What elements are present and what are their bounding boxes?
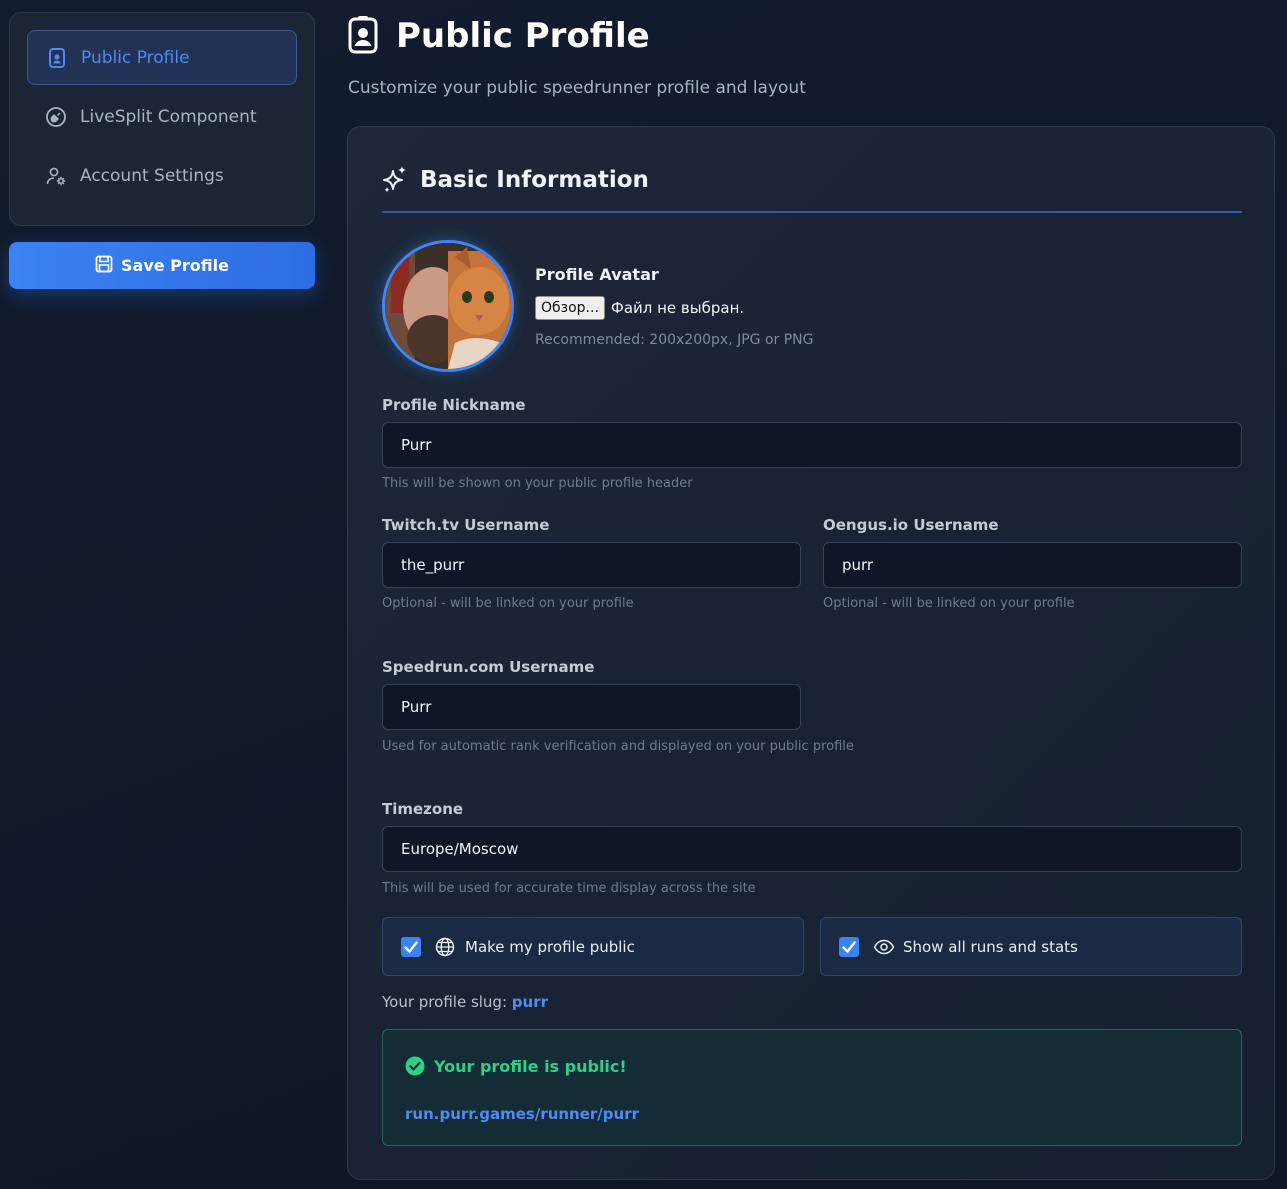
- checkmark-icon: [404, 940, 418, 953]
- avatar-image: [385, 243, 511, 369]
- show-runs-checkbox[interactable]: [839, 936, 859, 957]
- make-public-label: Make my profile public: [465, 937, 635, 956]
- oengus-input[interactable]: [823, 542, 1242, 588]
- oengus-hint: Optional - will be linked on your profil…: [823, 596, 1075, 611]
- show-runs-label: Show all runs and stats: [903, 937, 1078, 956]
- user-gear-icon: [45, 165, 67, 187]
- eye-icon: [873, 936, 895, 958]
- make-public-option[interactable]: Make my profile public: [382, 917, 804, 976]
- public-status-text: Your profile is public!: [434, 1056, 627, 1076]
- speedrun-label: Speedrun.com Username: [382, 658, 595, 676]
- oengus-label: Oengus.io Username: [823, 516, 999, 534]
- sidebar-item-livesplit-component[interactable]: LiveSplit Component: [27, 89, 297, 144]
- floppy-disk-icon: [95, 255, 113, 277]
- page-title-text: Public Profile: [396, 16, 650, 56]
- slug-prefix: Your profile slug:: [382, 993, 508, 1011]
- slug-value: purr: [511, 993, 549, 1011]
- show-runs-option[interactable]: Show all runs and stats: [820, 917, 1242, 976]
- timezone-input[interactable]: [382, 826, 1242, 872]
- sidebar-item-label: LiveSplit Component: [80, 106, 257, 127]
- profile-slug: Your profile slug: purr: [382, 993, 548, 1011]
- save-profile-button[interactable]: Save Profile: [9, 242, 315, 289]
- make-public-checkbox[interactable]: [401, 936, 421, 957]
- public-profile-link[interactable]: run.purr.games/runner/purr: [405, 1105, 639, 1123]
- page-header: Public Profile Customize your public spe…: [348, 16, 806, 98]
- section-title: Basic Information: [420, 167, 649, 193]
- public-status-title: Your profile is public!: [405, 1056, 627, 1076]
- timezone-hint: This will be used for accurate time disp…: [382, 881, 756, 896]
- twitch-input[interactable]: [382, 542, 801, 588]
- id-badge-icon: [46, 47, 68, 69]
- avatar-file-input[interactable]: Обзор... Файл не выбран.: [535, 296, 744, 320]
- avatar-label: Profile Avatar: [535, 265, 659, 284]
- basic-information-card: Basic Information Profile Avatar Обзор..…: [347, 126, 1275, 1180]
- speedrun-hint: Used for automatic rank verification and…: [382, 739, 854, 754]
- nickname-label: Profile Nickname: [382, 396, 526, 414]
- globe-icon: [435, 936, 457, 958]
- page-subtitle: Customize your public speedrunner profil…: [348, 78, 806, 98]
- nickname-input[interactable]: [382, 422, 1242, 468]
- plug-circle-icon: [45, 106, 67, 128]
- section-header: Basic Information: [382, 163, 1242, 213]
- sidebar-item-label: Account Settings: [80, 165, 224, 186]
- check-circle-icon: [405, 1056, 425, 1076]
- sparkles-icon: [382, 165, 408, 195]
- avatar-hint: Recommended: 200x200px, JPG or PNG: [535, 332, 814, 348]
- sidebar-item-label: Public Profile: [81, 47, 190, 68]
- nickname-hint: This will be shown on your public profil…: [382, 476, 693, 491]
- twitch-label: Twitch.tv Username: [382, 516, 550, 534]
- public-status-box: Your profile is public! run.purr.games/r…: [382, 1029, 1242, 1146]
- save-profile-label: Save Profile: [121, 256, 229, 275]
- timezone-label: Timezone: [382, 800, 464, 818]
- avatar: [382, 240, 514, 372]
- sidebar: Public Profile LiveSplit Component Accou…: [9, 12, 315, 226]
- sidebar-item-account-settings[interactable]: Account Settings: [27, 148, 297, 203]
- speedrun-input[interactable]: [382, 684, 801, 730]
- browse-file-button[interactable]: Обзор...: [535, 296, 605, 320]
- id-badge-icon: [348, 16, 382, 56]
- twitch-hint: Optional - will be linked on your profil…: [382, 596, 634, 611]
- page-title: Public Profile: [348, 16, 806, 56]
- sidebar-item-public-profile[interactable]: Public Profile: [27, 30, 297, 85]
- file-status-text: Файл не выбран.: [610, 299, 745, 317]
- checkmark-icon: [842, 940, 856, 953]
